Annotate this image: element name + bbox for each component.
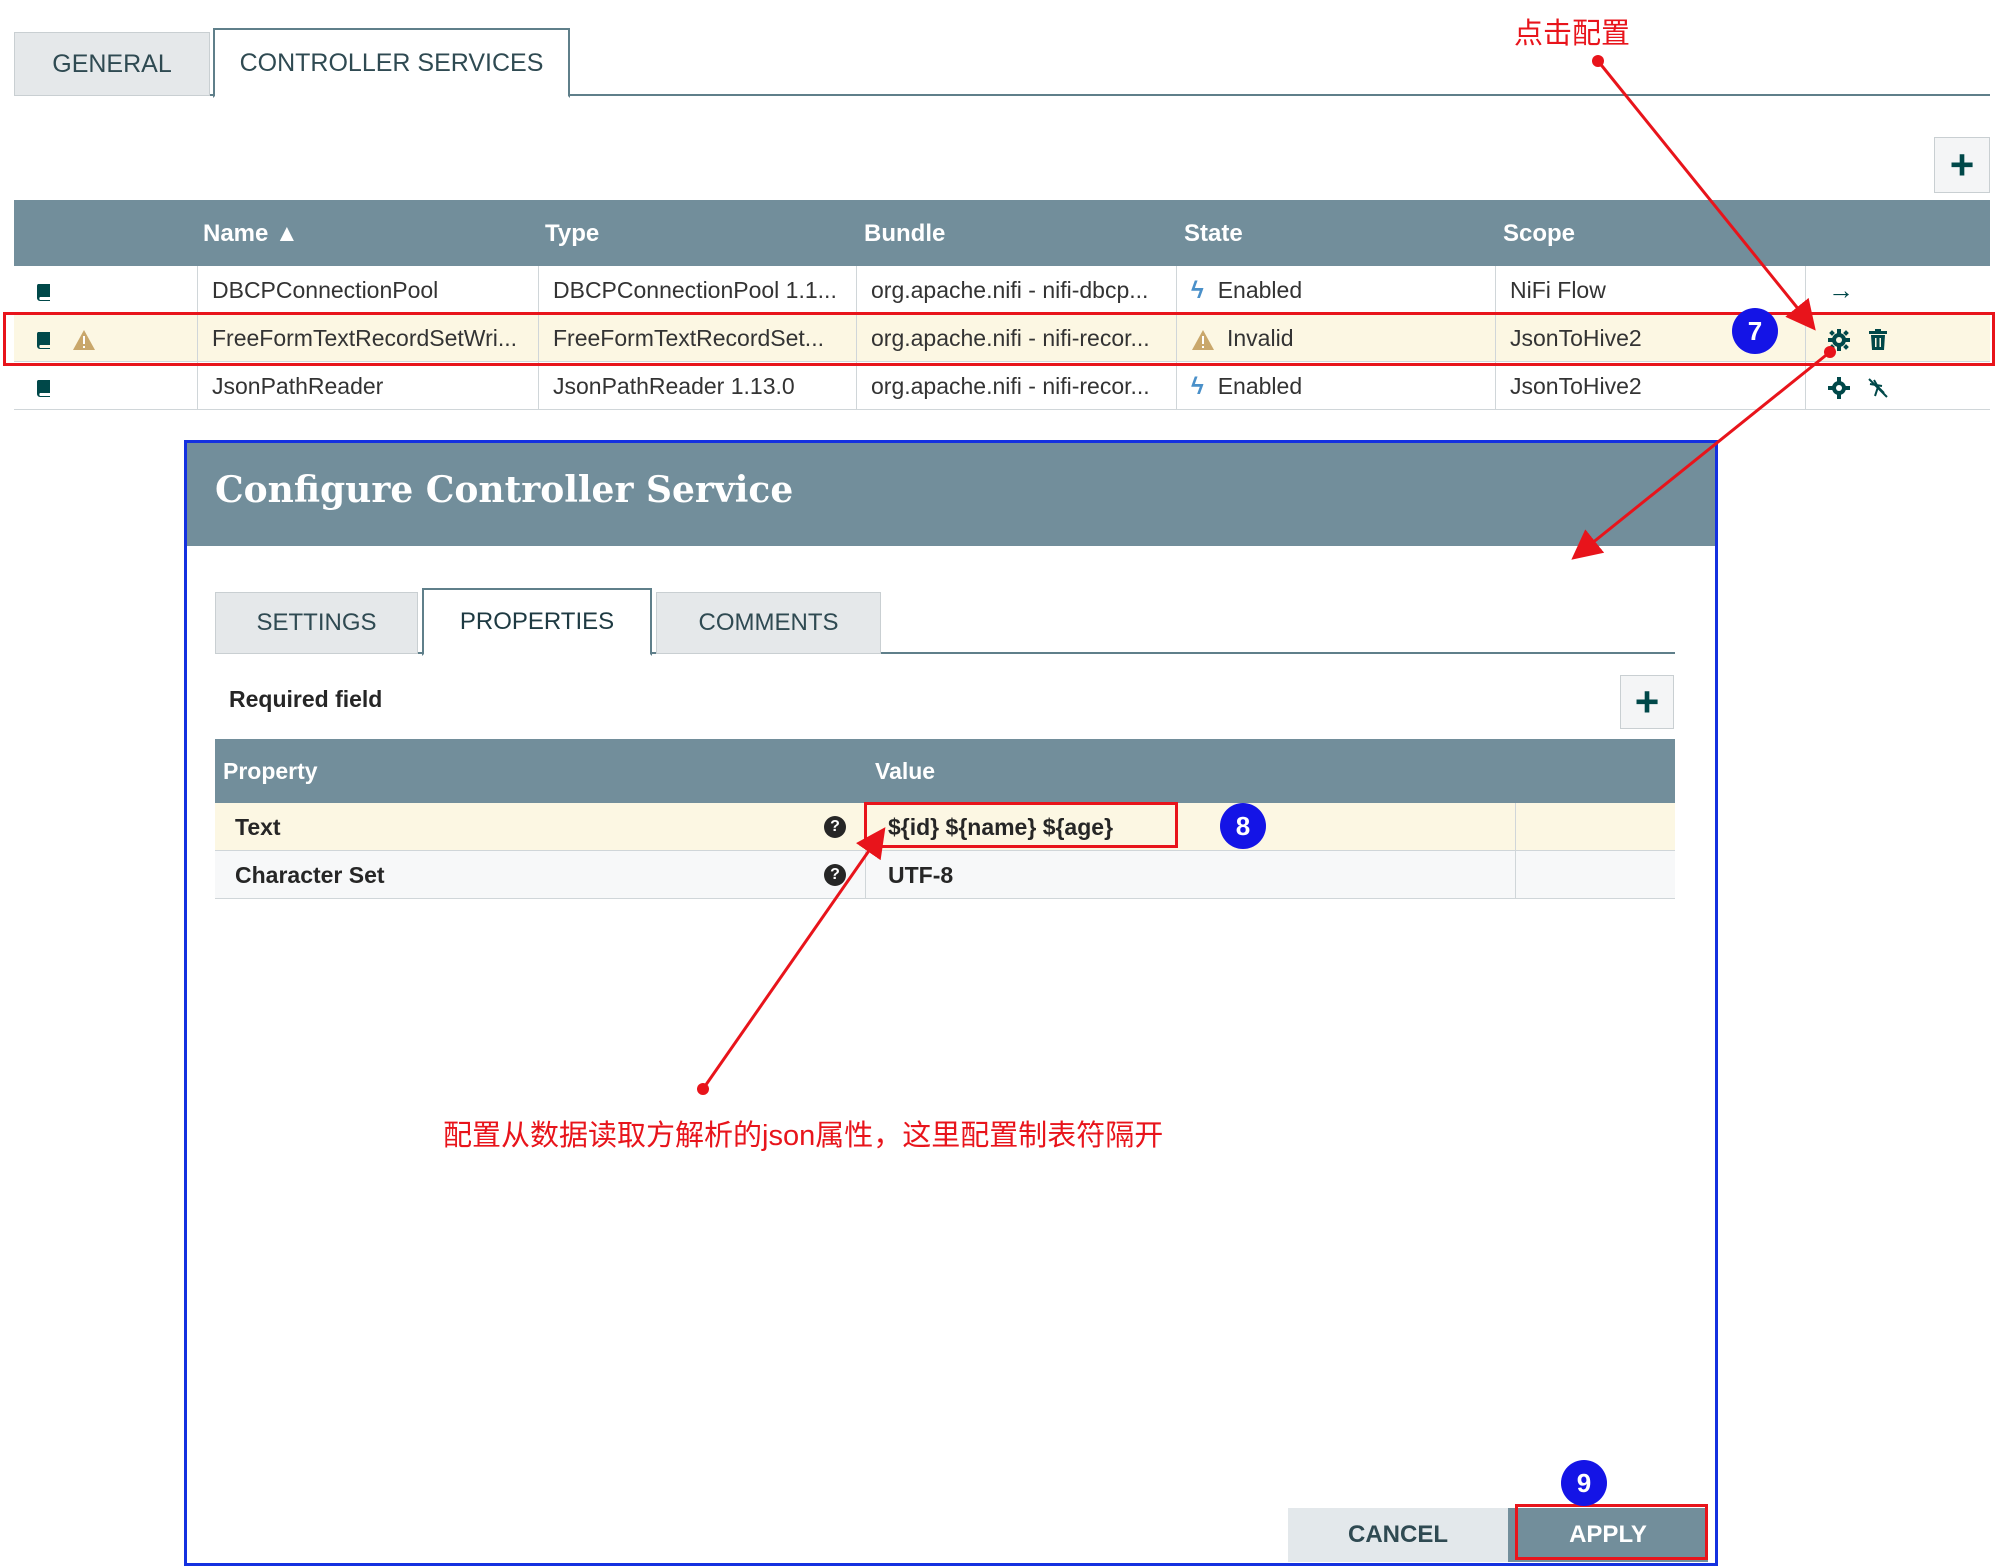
tab-controller-services[interactable]: CONTROLLER SERVICES <box>213 28 570 98</box>
help-icon[interactable]: ? <box>824 864 846 886</box>
dialog-header: Configure Controller Service <box>187 443 1715 546</box>
highlight-apply-box <box>1515 1504 1708 1560</box>
required-field-label: Required field <box>229 686 383 712</box>
service-type: JsonPathReader 1.13.0 <box>538 362 856 410</box>
annotation-configure-note: 配置从数据读取方解析的json属性，这里配置制表符隔开 <box>443 1120 1164 1152</box>
configure-controller-service-dialog: Configure Controller Service SETTINGS PR… <box>184 440 1718 1566</box>
column-header-bundle[interactable]: Bundle <box>864 220 945 248</box>
service-bundle: org.apache.nifi - nifi-dbcp... <box>856 266 1176 314</box>
add-property-button[interactable]: + <box>1620 675 1674 729</box>
tab-general[interactable]: GENERAL <box>14 32 210 96</box>
property-value[interactable]: UTF-8 <box>865 851 1515 899</box>
annotation-click-configure: 点击配置 <box>1514 18 1631 50</box>
service-type: DBCPConnectionPool 1.1... <box>538 266 856 314</box>
book-icon <box>36 283 50 301</box>
dialog-title: Configure Controller Service <box>215 469 794 511</box>
column-header-state[interactable]: State <box>1184 220 1243 248</box>
tab-comments[interactable]: COMMENTS <box>656 592 881 654</box>
property-name: Text <box>235 814 281 840</box>
lightning-bolt-icon: ϟ <box>1191 373 1204 400</box>
property-row[interactable]: Character Set ? UTF-8 <box>215 851 1675 899</box>
step-badge-8: 8 <box>1220 803 1266 849</box>
property-actions-cell <box>1515 851 1675 899</box>
service-name: DBCPConnectionPool <box>197 266 538 314</box>
column-header-type[interactable]: Type <box>545 220 599 248</box>
table-row[interactable]: DBCPConnectionPool DBCPConnectionPool 1.… <box>14 266 1990 314</box>
properties-table-header: Property Value <box>215 739 1675 803</box>
property-actions-cell <box>1515 803 1675 851</box>
step-badge-9: 9 <box>1561 1460 1607 1506</box>
step-badge-7: 7 <box>1732 308 1778 354</box>
service-scope: NiFi Flow <box>1495 266 1805 314</box>
service-name: JsonPathReader <box>197 362 538 410</box>
lightning-bolt-icon: ϟ <box>1191 277 1204 304</box>
column-header-value: Value <box>875 758 936 784</box>
table-header: Name ▲ Type Bundle State Scope <box>14 200 1990 266</box>
service-bundle: org.apache.nifi - nifi-recor... <box>856 362 1176 410</box>
cancel-button[interactable]: CANCEL <box>1288 1508 1508 1562</box>
gear-icon[interactable] <box>1828 376 1850 399</box>
column-header-property: Property <box>223 758 318 784</box>
add-controller-service-button[interactable]: + <box>1934 137 1990 193</box>
service-state: Enabled <box>1217 277 1303 303</box>
table-row[interactable]: JsonPathReader JsonPathReader 1.13.0 org… <box>14 362 1990 410</box>
dialog-tab-bar: SETTINGS PROPERTIES COMMENTS <box>215 588 1675 656</box>
go-to-arrow-icon[interactable]: → <box>1828 275 1854 305</box>
column-header-scope[interactable]: Scope <box>1503 220 1575 248</box>
book-icon <box>36 379 50 397</box>
tab-settings[interactable]: SETTINGS <box>215 592 418 654</box>
controller-services-table: Name ▲ Type Bundle State Scope DBCPConne… <box>14 200 1990 410</box>
disable-icon[interactable] <box>1866 376 1890 400</box>
highlight-value-box <box>864 802 1178 848</box>
column-header-name[interactable]: Name ▲ <box>203 220 299 248</box>
highlight-row-box <box>3 312 1995 366</box>
service-state: Enabled <box>1217 373 1303 399</box>
tab-properties[interactable]: PROPERTIES <box>422 588 652 656</box>
help-icon[interactable]: ? <box>824 816 846 838</box>
top-tab-bar: GENERAL CONTROLLER SERVICES <box>14 28 1990 98</box>
property-name: Character Set <box>235 862 385 888</box>
service-scope: JsonToHive2 <box>1495 362 1805 410</box>
